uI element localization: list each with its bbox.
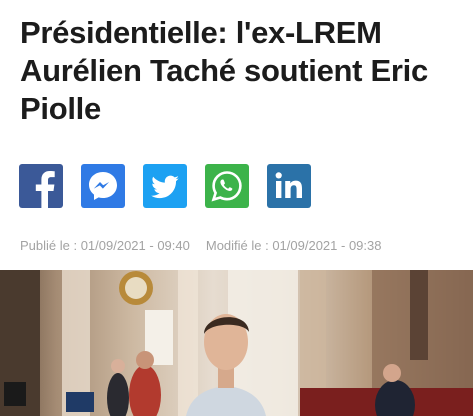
whatsapp-share-button[interactable]	[205, 164, 249, 208]
article-photo	[0, 270, 473, 416]
photo-scene	[0, 270, 473, 416]
whatsapp-icon	[211, 171, 242, 202]
modified-date: Modifié le : 01/09/2021 - 09:38	[205, 238, 382, 253]
photo-person-head	[111, 359, 125, 373]
facebook-share-button[interactable]	[19, 164, 63, 208]
published-date: Publié le : 01/09/2021 - 09:40	[20, 238, 190, 253]
photo-person	[107, 373, 129, 416]
messenger-icon	[89, 172, 117, 200]
photo-clock-face	[125, 277, 147, 299]
photo-column	[178, 270, 198, 416]
headline-line-3: Piolle	[20, 91, 101, 126]
photo-person	[129, 365, 161, 416]
photo-person-head	[136, 351, 154, 369]
photo-camera	[4, 382, 26, 406]
headline-line-1: Présidentielle: l'ex-LREM	[20, 15, 382, 50]
twitter-share-button[interactable]	[143, 164, 187, 208]
messenger-share-button[interactable]	[81, 164, 125, 208]
photo-person-head	[383, 364, 401, 382]
photo-screen	[66, 392, 94, 412]
linkedin-icon	[275, 172, 302, 198]
article-dates: Publié le : 01/09/2021 - 09:40 Modifié le…	[20, 238, 381, 253]
linkedin-share-button[interactable]	[267, 164, 311, 208]
article-headline: Présidentielle: l'ex-LREM Aurélien Taché…	[20, 14, 460, 128]
twitter-icon	[151, 175, 179, 199]
headline-line-2: Aurélien Taché soutient Eric	[20, 53, 428, 88]
photo-panel	[410, 270, 428, 360]
share-bar	[19, 164, 311, 208]
facebook-icon	[35, 171, 55, 208]
